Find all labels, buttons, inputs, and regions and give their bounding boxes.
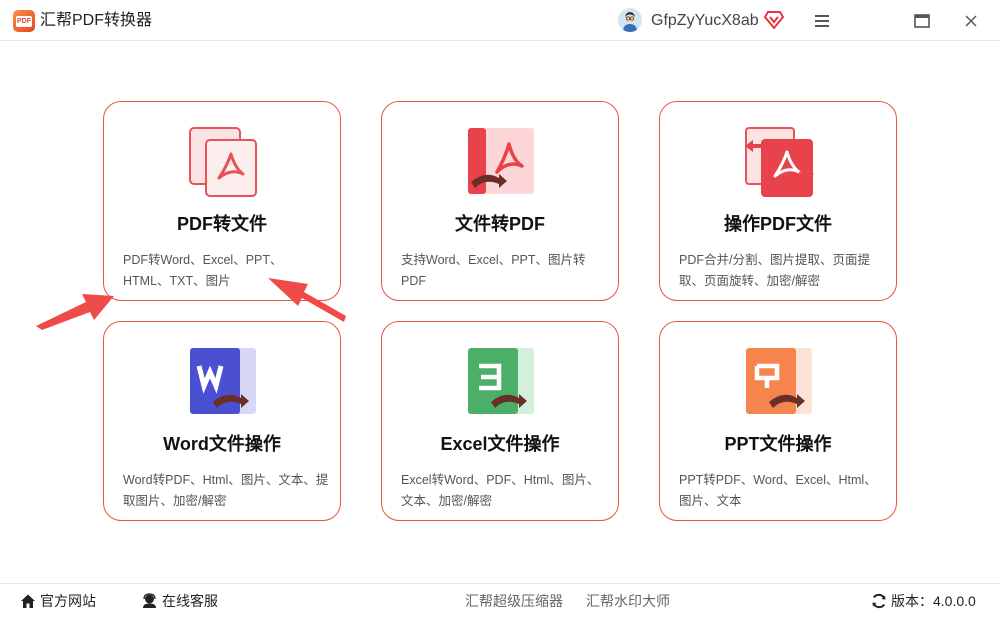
card-title: Excel文件操作: [440, 434, 560, 454]
close-icon[interactable]: [958, 8, 984, 34]
card-description: 支持Word、Excel、PPT、图片转PDF: [401, 253, 586, 288]
refresh-icon: [872, 593, 886, 609]
watermark-link[interactable]: 汇帮水印大师: [586, 592, 670, 610]
pdf-to-file-icon: [187, 126, 259, 198]
maximize-icon[interactable]: [909, 8, 935, 34]
version-label: 版本：4.0.0.0: [891, 593, 976, 609]
home-icon: [21, 594, 35, 608]
card-title: 文件转PDF: [455, 214, 545, 234]
arrow-annotation-left-icon: [36, 294, 114, 330]
word-icon: [187, 346, 259, 418]
app-title: 汇帮PDF转换器: [40, 12, 153, 29]
user-avatar[interactable]: [618, 8, 642, 32]
card-pdf-to-file[interactable]: PDF转文件 PDF转Word、Excel、PPT、HTML、TXT、图片: [103, 101, 341, 301]
card-title: 操作PDF文件: [724, 214, 832, 234]
pdf-operate-icon: [743, 126, 815, 198]
card-title: PDF转文件: [177, 214, 267, 234]
username[interactable]: GfpZyYucX8ab: [651, 11, 759, 31]
card-excel-operate[interactable]: Excel文件操作 Excel转Word、PDF、Html、图片、文本、加密/解…: [381, 321, 619, 521]
ppt-icon: [743, 346, 815, 418]
card-word-operate[interactable]: Word文件操作 Word转PDF、Html、图片、文本、提取图片、加密/解密: [103, 321, 341, 521]
card-description: Word转PDF、Html、图片、文本、提取图片、加密/解密: [123, 473, 329, 508]
headset-icon: [143, 593, 156, 608]
version-info[interactable]: 版本：4.0.0.0: [871, 592, 976, 610]
file-to-pdf-icon: [465, 126, 537, 198]
card-file-to-pdf[interactable]: 文件转PDF 支持Word、Excel、PPT、图片转PDF: [381, 101, 619, 301]
app-logo-icon: PDF: [13, 10, 35, 32]
vip-diamond-icon[interactable]: [763, 11, 785, 30]
card-ppt-operate[interactable]: PPT文件操作 PPT转PDF、Word、Excel、Html、图片、文本: [659, 321, 897, 521]
official-website-label: 官方网站: [40, 593, 96, 609]
card-description: PDF合并/分割、图片提取、页面提取、页面旋转、加密/解密: [679, 253, 870, 288]
official-website-link[interactable]: 官方网站: [20, 592, 96, 610]
excel-icon: [465, 346, 537, 418]
title-bar: PDF 汇帮PDF转换器 GfpZyYucX8ab: [0, 0, 1000, 41]
online-support-link[interactable]: 在线客服: [141, 592, 218, 610]
online-support-label: 在线客服: [162, 593, 218, 609]
arrow-annotation-right-icon: [268, 278, 346, 322]
card-operate-pdf[interactable]: 操作PDF文件 PDF合并/分割、图片提取、页面提取、页面旋转、加密/解密: [659, 101, 897, 301]
card-description: Excel转Word、PDF、Html、图片、文本、加密/解密: [401, 473, 600, 508]
menu-icon[interactable]: [809, 8, 835, 34]
footer-bar: 官方网站 在线客服 汇帮超级压缩器 汇帮水印大师 版本：4.0.0.0: [0, 583, 1000, 617]
card-title: PPT文件操作: [724, 434, 832, 454]
card-description: PPT转PDF、Word、Excel、Html、图片、文本: [679, 473, 877, 508]
card-title: Word文件操作: [163, 434, 281, 454]
compressor-link[interactable]: 汇帮超级压缩器: [465, 592, 563, 610]
